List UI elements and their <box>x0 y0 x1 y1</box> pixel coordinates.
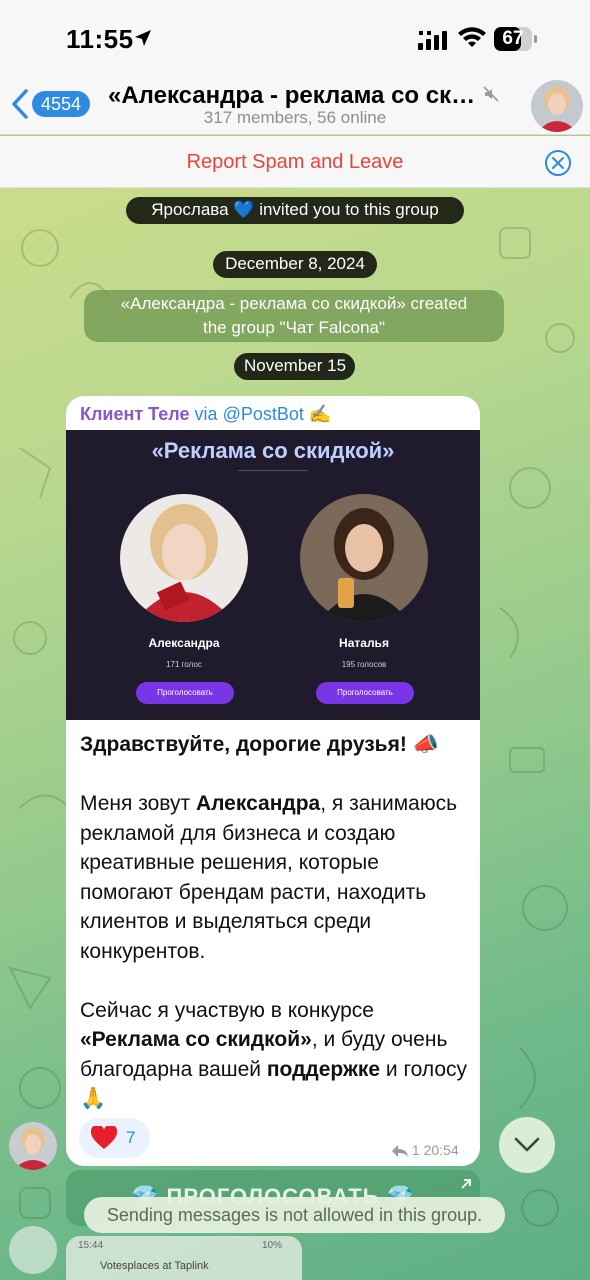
navigation-header: 11:55 67 4554 «Александра - реклама со с… <box>0 0 590 135</box>
back-chevron-icon[interactable] <box>10 88 30 120</box>
contest-name: «Реклама со скидкой» <box>80 1028 312 1051</box>
sending-not-allowed-toast: Sending messages is not allowed in this … <box>84 1197 505 1233</box>
author-name: Александра <box>195 792 321 815</box>
scroll-to-bottom-button[interactable] <box>499 1117 555 1173</box>
reaction-count: 7 <box>126 1128 136 1147</box>
created-line-2: the group "Чат Falcona" <box>202 318 386 337</box>
sender-avatar[interactable] <box>9 1122 57 1170</box>
vote-button: Проголосовать <box>136 682 234 704</box>
external-link-arrow-icon <box>461 1179 471 1189</box>
report-spam-bar: Report Spam and Leave <box>0 136 590 188</box>
chat-members-status: 317 members, 56 online <box>203 108 387 127</box>
heart-icon <box>91 1126 117 1149</box>
bot-emoji: ✍️ <box>308 404 332 424</box>
promo-image[interactable]: «Реклама со скидкой» Александра Наталья … <box>66 430 480 720</box>
muted-speaker-icon <box>483 86 499 102</box>
text-fragment: , я занимаюсь рекламой для бизнеса и соз… <box>80 792 458 963</box>
screenshot-text: Votesplaces at Taplink <box>100 1260 209 1272</box>
close-icon[interactable] <box>544 149 572 177</box>
promo-title: «Реклама со скидкой» <box>151 438 395 463</box>
battery-level: 67 <box>502 28 524 49</box>
candidate-votes: 195 голосов <box>341 660 387 669</box>
chat-title[interactable]: «Александра - реклама со ски... <box>108 82 483 110</box>
support-word: поддержке <box>266 1057 381 1081</box>
vote-button: Проголосовать <box>316 682 414 704</box>
sender-name: Клиент Теле <box>80 404 190 424</box>
date-separator: November 15 <box>234 353 355 380</box>
promo-divider <box>238 470 308 471</box>
candidate-votes: 171 голос <box>166 660 202 669</box>
message-meta: 1 20:54 <box>392 1142 459 1158</box>
status-time: 11:55 <box>66 24 134 54</box>
chevron-down-icon <box>514 1137 540 1152</box>
candidate-name: Наталья <box>339 636 389 650</box>
created-line-1: «Александра - реклама со скидкой» create… <box>120 294 468 313</box>
message-text: Здравствуйте, дорогие друзья! 📣 Меня зов… <box>80 730 470 1114</box>
text-fragment: Меня зовут <box>80 792 196 815</box>
candidate-name: Александра <box>148 636 220 650</box>
next-message-bubble[interactable]: 15:44 10% Votesplaces at Taplink <box>66 1236 302 1280</box>
group-created-service-message: «Александра - реклама со скидкой» create… <box>84 290 504 342</box>
candidate-photo <box>120 494 248 622</box>
back-unread-badge[interactable]: 4554 <box>32 91 91 117</box>
bot-link[interactable]: @PostBot <box>223 404 304 424</box>
screenshot-time: 15:44 <box>78 1240 104 1251</box>
group-avatar[interactable] <box>531 80 583 132</box>
date-separator: December 8, 2024 <box>213 251 377 278</box>
sender-avatar[interactable] <box>9 1226 57 1274</box>
message-bubble[interactable]: Клиент Теле via @PostBot ✍️ «Реклама со … <box>66 396 480 1166</box>
via-label: via <box>194 404 218 424</box>
text-fragment: Сейчас я участвую в конкурсе <box>80 998 374 1022</box>
message-time: 20:54 <box>423 1142 459 1158</box>
greeting: Здравствуйте, дорогие друзья! 📣 <box>80 733 439 756</box>
heart-reaction[interactable]: 7 <box>79 1118 150 1158</box>
screenshot-battery: 10% <box>262 1240 283 1251</box>
reply-icon <box>392 1145 408 1158</box>
location-arrow-icon <box>135 30 151 46</box>
invite-service-message: Ярослава 💙 invited you to this group <box>126 197 464 224</box>
cellular-signal-icon <box>418 31 447 50</box>
wifi-icon <box>458 27 486 47</box>
reply-count: 1 <box>411 1142 420 1158</box>
report-spam-leave-button[interactable]: Report Spam and Leave <box>0 151 590 174</box>
message-sender[interactable]: Клиент Теле via @PostBot ✍️ <box>80 404 331 425</box>
candidate-photo <box>300 494 428 622</box>
